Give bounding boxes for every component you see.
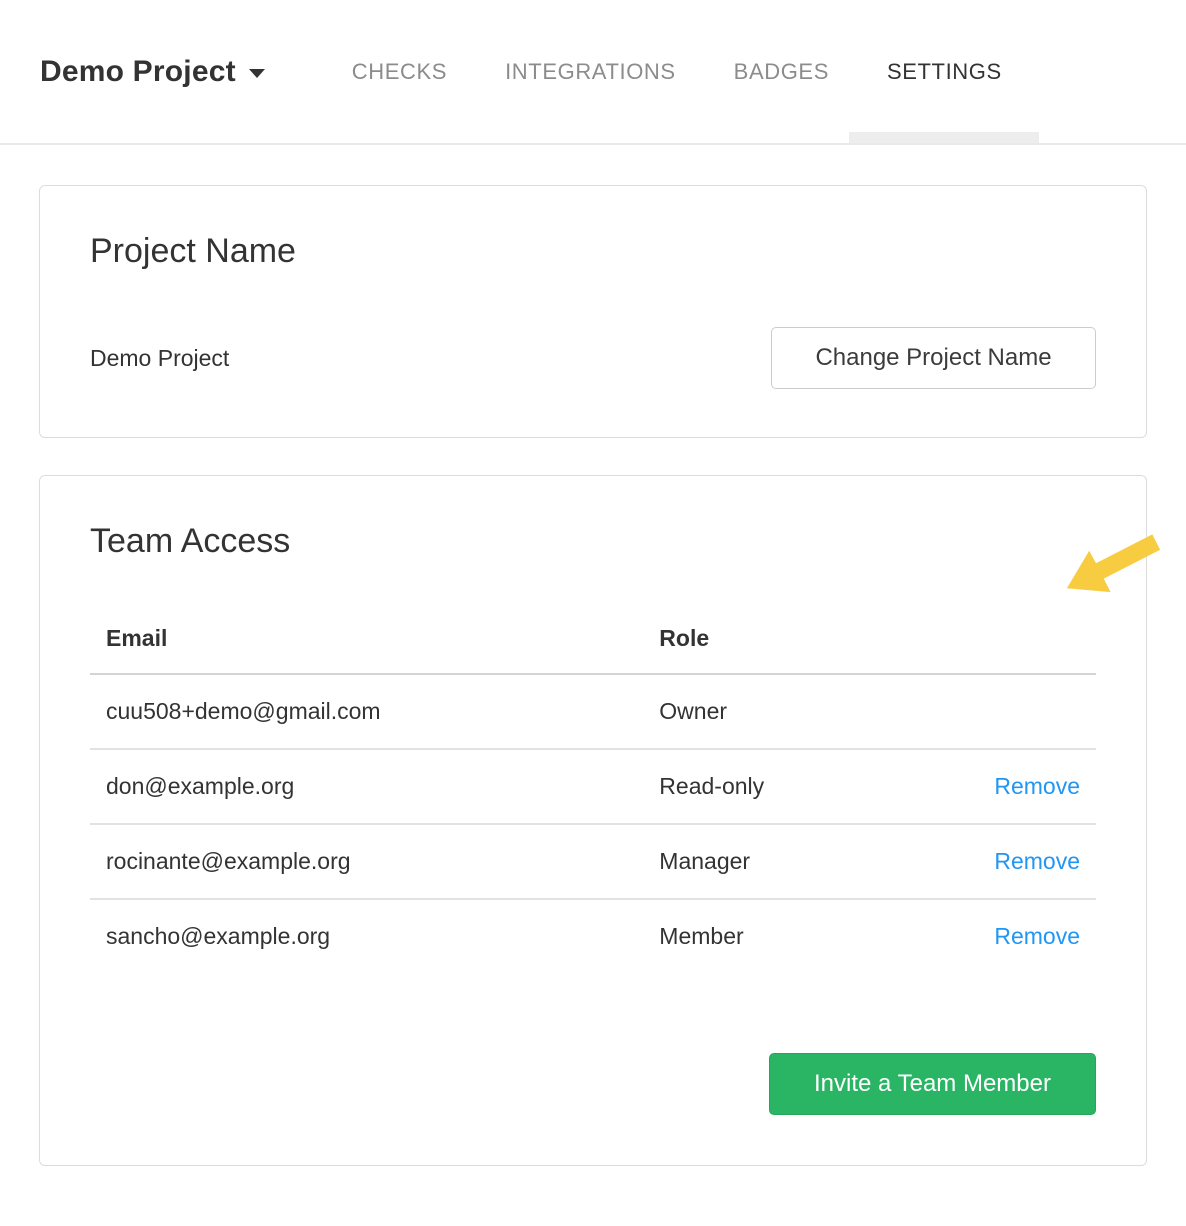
tab-badges[interactable]: BADGES [705, 0, 858, 143]
member-email: rocinante@example.org [90, 824, 643, 899]
project-name-row: Demo Project Change Project Name [90, 327, 1096, 389]
member-email: sancho@example.org [90, 899, 643, 973]
project-name-value: Demo Project [90, 345, 229, 372]
remove-link[interactable]: Remove [994, 773, 1080, 799]
project-name-card: Project Name Demo Project Change Project… [39, 185, 1147, 438]
member-action-cell: Remove [955, 824, 1096, 899]
top-nav: Demo Project CHECKSINTEGRATIONSBADGESSET… [0, 0, 1186, 145]
member-role: Read-only [643, 749, 955, 824]
table-row: sancho@example.orgMember Remove [90, 899, 1096, 973]
table-row: cuu508+demo@gmail.comOwner [90, 674, 1096, 749]
invite-team-member-button[interactable]: Invite a Team Member [769, 1053, 1096, 1115]
member-action-cell: Remove [955, 899, 1096, 973]
tab-checks[interactable]: CHECKS [323, 0, 476, 143]
table-header-row: Email Role [90, 615, 1096, 674]
project-settings-page: Project Name Demo Project Change Project… [39, 185, 1147, 1166]
project-switcher-label: Demo Project [40, 55, 236, 89]
member-email: cuu508+demo@gmail.com [90, 674, 643, 749]
member-email: don@example.org [90, 749, 643, 824]
caret-down-icon [249, 69, 265, 78]
change-project-name-button[interactable]: Change Project Name [771, 327, 1096, 389]
email-column-header: Email [90, 615, 643, 674]
remove-link[interactable]: Remove [994, 923, 1080, 949]
member-action-cell [955, 674, 1096, 749]
table-row: rocinante@example.orgManager Remove [90, 824, 1096, 899]
tab-integrations[interactable]: INTEGRATIONS [476, 0, 705, 143]
team-access-title: Team Access [90, 522, 1096, 561]
project-switcher[interactable]: Demo Project [40, 55, 265, 89]
tab-settings[interactable]: SETTINGS [858, 0, 1031, 143]
member-role: Manager [643, 824, 955, 899]
team-access-card: Team Access Email Role cuu508+demo@gmail… [39, 475, 1147, 1166]
project-name-title: Project Name [90, 232, 1096, 271]
nav-tabs: CHECKSINTEGRATIONSBADGESSETTINGS [323, 0, 1031, 143]
role-column-header: Role [643, 615, 955, 674]
member-role: Owner [643, 674, 955, 749]
table-row: don@example.orgRead-only Remove [90, 749, 1096, 824]
team-members-table: Email Role cuu508+demo@gmail.comOwnerdon… [90, 615, 1096, 973]
action-column-header [955, 615, 1096, 674]
invite-row: Invite a Team Member [90, 1053, 1096, 1115]
remove-link[interactable]: Remove [994, 848, 1080, 874]
member-role: Member [643, 899, 955, 973]
member-action-cell: Remove [955, 749, 1096, 824]
